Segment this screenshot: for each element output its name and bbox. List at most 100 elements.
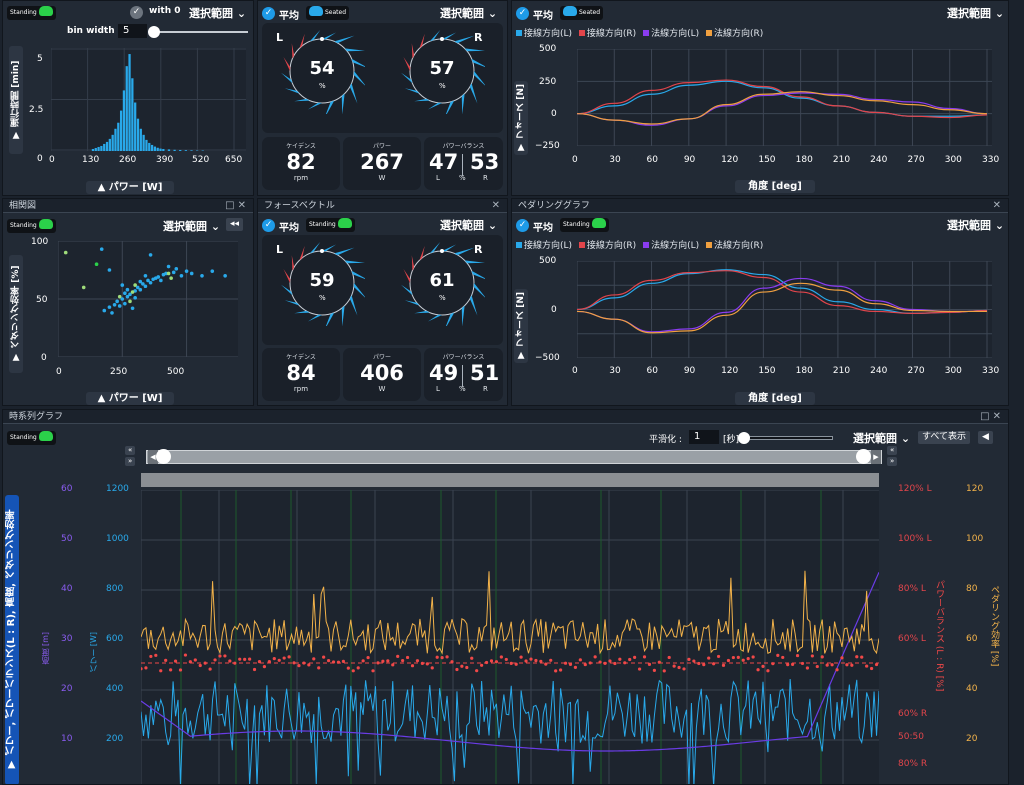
range-select[interactable]: 選択範囲 ⌄ (189, 5, 246, 21)
window-controls[interactable]: ✕ (492, 199, 503, 213)
show-all-button[interactable]: すべて表示 (918, 431, 971, 444)
navigator-end-knob[interactable] (856, 449, 871, 464)
balance-point (697, 661, 701, 666)
balance-point (233, 661, 237, 665)
avg-checkbox[interactable]: ✓ (262, 219, 275, 232)
legend-item[interactable]: 法線方向(R) (706, 241, 763, 251)
window-controls[interactable]: ✕ (993, 199, 1004, 213)
smoothing-slider-knob[interactable] (738, 432, 750, 444)
range-select[interactable]: 選択範囲 ⌄ (163, 218, 220, 234)
pedal-y-axis-tab[interactable]: ▼ フォース [N] (514, 289, 528, 363)
legend-item[interactable]: 接線方向(L) (516, 241, 572, 251)
standing-badge[interactable]: Standing (306, 218, 355, 232)
navigator-right-handle[interactable]: ▶ (871, 450, 881, 464)
balance-point (677, 665, 681, 670)
standing-badge[interactable]: Standing (7, 6, 56, 20)
timeseries-series-tab[interactable]: ▼ パワー, パワーバランス(L : R), 高度, ペダリング効率 (5, 495, 19, 784)
range-navigator[interactable] (146, 450, 882, 464)
balance-point (874, 662, 879, 667)
histogram-y-axis-tab[interactable]: ▼ 運行時間 [min] (9, 46, 23, 154)
range-select[interactable]: 選択範囲 ⌄ (440, 217, 497, 233)
balance-point (840, 656, 844, 660)
altitude-tick: 20 (61, 684, 73, 694)
close-icon[interactable]: ✕ (993, 411, 1004, 422)
seated-badge[interactable]: Seated (560, 6, 604, 20)
correlation-y-axis-tab[interactable]: ▼ ペダリング効率 [%] (9, 255, 23, 373)
selection-band[interactable] (141, 473, 879, 487)
legend-item[interactable]: 法線方向(R) (706, 29, 763, 39)
scatter-point (107, 305, 112, 309)
legend-item[interactable]: 法線方向(L) (643, 241, 699, 251)
x-tick: 270 (907, 366, 925, 376)
range-select[interactable]: 選択範囲 ⌄ (853, 430, 910, 446)
close-icon[interactable]: ✕ (993, 200, 1004, 211)
window-controls[interactable]: □✕ (980, 410, 1004, 424)
y-tick: 2.5 (29, 105, 44, 115)
gauge-top-marker (320, 249, 324, 253)
scatter-point (120, 297, 125, 301)
window-controls[interactable]: □✕ (225, 199, 249, 213)
badge-label: Standing (10, 9, 37, 16)
balance-card: パワーバランス 49 51 L % R (424, 348, 503, 401)
power-value: 406 (360, 361, 404, 385)
balance-point (154, 653, 158, 657)
with0-checkbox[interactable]: ✓ (130, 6, 143, 19)
balance-point (776, 653, 780, 657)
maximize-icon[interactable]: □ (225, 200, 237, 211)
histogram-bar (159, 148, 162, 151)
avg-checkbox[interactable]: ✓ (516, 7, 529, 20)
histogram-x-axis-tab[interactable]: ▲ パワー [W] (86, 181, 174, 194)
cadence-card: ケイデンス 82 rpm (262, 137, 340, 190)
swap-axes-button[interactable]: ◂◂ (226, 218, 244, 231)
scroll-left-fast-button[interactable]: « (125, 446, 136, 455)
pedal-y-axis-tab[interactable]: ▼ フォース [N] (514, 81, 528, 155)
correlation-x-axis-tab[interactable]: ▲ パワー [W] (86, 392, 174, 405)
balance-point (529, 657, 533, 661)
maximize-icon[interactable]: □ (980, 411, 992, 422)
right-pct: % (439, 82, 446, 90)
range-select[interactable]: 選択範囲 ⌄ (440, 5, 497, 21)
standing-badge[interactable]: Standing (7, 431, 56, 445)
balance-point (243, 657, 247, 661)
range-select[interactable]: 選択範囲 ⌄ (947, 217, 1004, 233)
avg-checkbox[interactable]: ✓ (516, 219, 529, 232)
avg-checkbox[interactable]: ✓ (262, 7, 275, 20)
balance-l-label: L (436, 385, 440, 393)
pedal-x-axis-tab[interactable]: 角度 [deg] (735, 392, 815, 405)
navigator-start-knob[interactable] (156, 449, 171, 464)
back-button[interactable]: ◀ (978, 431, 993, 444)
balance-point (588, 661, 592, 665)
scatter-point (117, 304, 122, 308)
legend-item[interactable]: 接線方向(R) (578, 241, 636, 251)
scatter-point (159, 278, 163, 283)
close-icon[interactable]: ✕ (492, 200, 503, 211)
legend-item[interactable]: 法線方向(L) (643, 29, 699, 39)
scroll-right-fast-button[interactable]: « (887, 446, 898, 455)
histogram-bar (173, 149, 176, 151)
scroll-left-button[interactable]: » (125, 457, 136, 466)
pedal-x-axis-tab[interactable]: 角度 [deg] (735, 180, 815, 193)
standing-badge[interactable]: Standing (560, 218, 609, 232)
bin-width-slider-knob[interactable] (148, 26, 160, 38)
balance-point (425, 662, 429, 666)
balance-point (164, 658, 168, 662)
smoothing-input[interactable]: 1 (689, 430, 719, 444)
balance-point (583, 662, 587, 667)
balance-point (465, 665, 469, 670)
scroll-right-button[interactable]: » (887, 457, 898, 466)
histogram-bar (142, 134, 145, 151)
balance-point (618, 657, 622, 661)
cadence-card: ケイデンス 84 rpm (262, 348, 340, 401)
legend-item[interactable]: 接線方向(R) (578, 29, 636, 39)
bin-width-slider[interactable] (153, 31, 248, 33)
seated-badge[interactable]: Seated (306, 6, 350, 20)
balance-point (845, 663, 849, 667)
balance-point (248, 657, 252, 661)
legend-item[interactable]: 接線方向(L) (516, 29, 572, 39)
balance-axis-label: パワーバランス (L : R) [%] (934, 580, 944, 692)
range-select[interactable]: 選択範囲 ⌄ (947, 5, 1004, 21)
bin-width-input[interactable]: 5 (118, 24, 147, 38)
close-icon[interactable]: ✕ (238, 200, 249, 211)
smoothing-slider[interactable] (743, 436, 833, 440)
standing-badge[interactable]: Standing (7, 219, 56, 233)
